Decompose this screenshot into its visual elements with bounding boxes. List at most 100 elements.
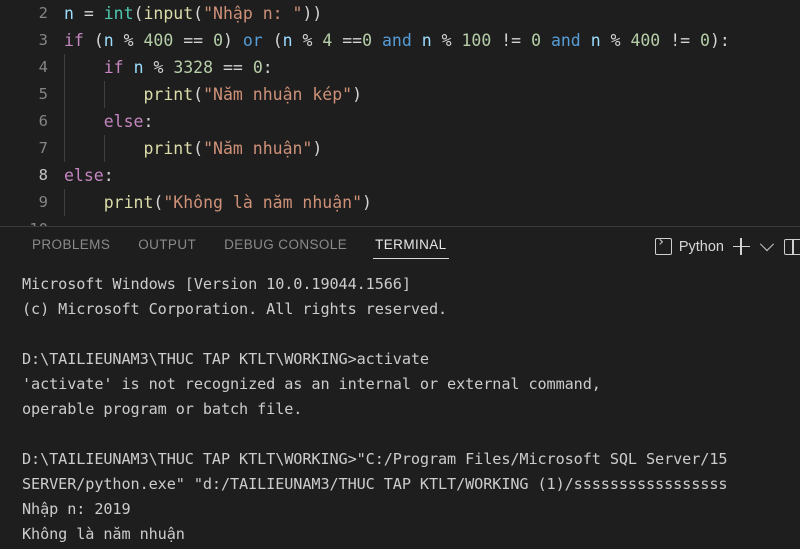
- code-token: "Không là năm nhuận": [163, 193, 362, 212]
- panel-tab-debug-console[interactable]: DEBUG CONSOLE: [210, 227, 361, 266]
- split-terminal-button[interactable]: [780, 233, 800, 261]
- code-token: (: [273, 31, 283, 50]
- code-token: %: [124, 31, 134, 50]
- code-line-text: else:: [64, 108, 153, 135]
- code-token: [134, 31, 144, 50]
- code-line[interactable]: 9 print("Không là năm nhuận"): [0, 189, 800, 216]
- code-token: :: [263, 58, 273, 77]
- vscode-window: 2n = int(input("Nhập n: "))3if (n % 400 …: [0, 0, 800, 549]
- code-token: [621, 31, 631, 50]
- code-editor[interactable]: 2n = int(input("Nhập n: "))3if (n % 400 …: [0, 0, 800, 226]
- code-line[interactable]: 6 else:: [0, 108, 800, 135]
- panel-tab-output[interactable]: OUTPUT: [124, 227, 210, 266]
- code-token: [64, 112, 104, 131]
- line-number: 8: [0, 162, 48, 189]
- terminal-line: Microsoft Windows [Version 10.0.19044.15…: [0, 272, 800, 297]
- code-line[interactable]: 10: [0, 216, 800, 226]
- code-token: [432, 31, 442, 50]
- code-line[interactable]: 4 if n % 3328 == 0:: [0, 54, 800, 81]
- bottom-panel: PROBLEMSOUTPUTDEBUG CONSOLETERMINAL Pyth…: [0, 227, 800, 549]
- code-token: (: [193, 139, 203, 158]
- code-token: [64, 85, 143, 104]
- code-token: ==: [223, 58, 243, 77]
- code-line-text: print("Năm nhuận"): [64, 135, 322, 162]
- code-line-text: n = int(input("Nhập n: ")): [64, 0, 322, 27]
- active-terminal-chip[interactable]: Python: [655, 238, 728, 255]
- panel-header: PROBLEMSOUTPUTDEBUG CONSOLETERMINAL Pyth…: [0, 227, 800, 266]
- terminal-kind-label: Python: [679, 239, 724, 255]
- code-token: print: [143, 139, 193, 158]
- code-token: ==: [342, 31, 362, 50]
- code-token: [690, 31, 700, 50]
- code-line[interactable]: 3if (n % 400 == 0) or (n % 4 ==0 and n %…: [0, 27, 800, 54]
- terminal-line: Nhập n: 2019: [0, 497, 800, 522]
- line-number: 7: [0, 135, 48, 162]
- code-token: ): [223, 31, 243, 50]
- code-token: 0: [700, 31, 710, 50]
- line-number: 9: [0, 189, 48, 216]
- line-number: 10: [0, 216, 48, 226]
- terminal-line: [0, 422, 800, 447]
- code-token: %: [303, 31, 313, 50]
- code-token: [94, 4, 104, 23]
- code-token: :: [144, 112, 154, 131]
- code-token: =: [84, 4, 94, 23]
- chevron-down-icon: [760, 237, 774, 251]
- code-token: [163, 58, 173, 77]
- terminal-line: Không là năm nhuận: [0, 522, 800, 547]
- code-token: int: [104, 4, 134, 23]
- code-line[interactable]: 7 print("Năm nhuận"): [0, 135, 800, 162]
- code-line[interactable]: 2n = int(input("Nhập n: ")): [0, 0, 800, 27]
- code-token: else: [64, 166, 104, 185]
- code-token: %: [442, 31, 452, 50]
- code-token: and: [382, 31, 412, 50]
- code-token: [64, 139, 143, 158]
- code-token: if: [104, 58, 124, 77]
- terminal-output[interactable]: Microsoft Windows [Version 10.0.19044.15…: [0, 266, 800, 549]
- code-token: and: [551, 31, 581, 50]
- code-token: ):: [710, 31, 730, 50]
- code-token: 0: [362, 31, 372, 50]
- code-token: 0: [253, 58, 263, 77]
- code-token: 400: [630, 31, 660, 50]
- code-token: ): [352, 85, 362, 104]
- split-panel-icon: [784, 239, 800, 255]
- code-token: [312, 31, 322, 50]
- code-token: :: [104, 166, 114, 185]
- code-token: (: [134, 4, 144, 23]
- line-number: 4: [0, 54, 48, 81]
- code-token: %: [153, 58, 163, 77]
- line-number: 5: [0, 81, 48, 108]
- terminal-line: [0, 322, 800, 347]
- code-token: (: [153, 193, 163, 212]
- terminal-profile-dropdown-button[interactable]: [754, 233, 780, 261]
- code-token: [412, 31, 422, 50]
- code-token: 100: [462, 31, 492, 50]
- line-number: 3: [0, 27, 48, 54]
- code-token: "Nhập n: ": [203, 4, 302, 23]
- code-token: ): [312, 139, 322, 158]
- code-token: [332, 31, 342, 50]
- code-line[interactable]: 5 print("Năm nhuận kép"): [0, 81, 800, 108]
- code-token: 4: [322, 31, 332, 50]
- code-token: %: [611, 31, 621, 50]
- code-token: (: [94, 31, 104, 50]
- terminal-prompt-icon: [655, 238, 672, 255]
- panel-tab-problems[interactable]: PROBLEMS: [18, 227, 124, 266]
- code-line[interactable]: 8 else:: [0, 162, 800, 189]
- code-line-text: print("Năm nhuận kép"): [64, 81, 362, 108]
- new-terminal-button[interactable]: [728, 233, 754, 261]
- code-token: print: [104, 193, 154, 212]
- panel-tab-list: PROBLEMSOUTPUTDEBUG CONSOLETERMINAL: [18, 227, 461, 266]
- code-line-text: print("Không là năm nhuận"): [64, 189, 372, 216]
- code-line-text: if n % 3328 == 0:: [64, 54, 273, 81]
- code-token: n: [104, 31, 114, 50]
- panel-tab-terminal[interactable]: TERMINAL: [361, 227, 460, 266]
- panel-action-bar: Python: [655, 227, 800, 266]
- code-token: [173, 31, 183, 50]
- code-token: [581, 31, 591, 50]
- code-line-text: if (n % 400 == 0) or (n % 4 ==0 and n % …: [64, 27, 730, 54]
- terminal-line: operable program or batch file.: [0, 397, 800, 422]
- terminal-line: D:\TAILIEUNAM3\THUC TAP KTLT\WORKING>"C:…: [0, 447, 800, 472]
- code-token: [203, 31, 213, 50]
